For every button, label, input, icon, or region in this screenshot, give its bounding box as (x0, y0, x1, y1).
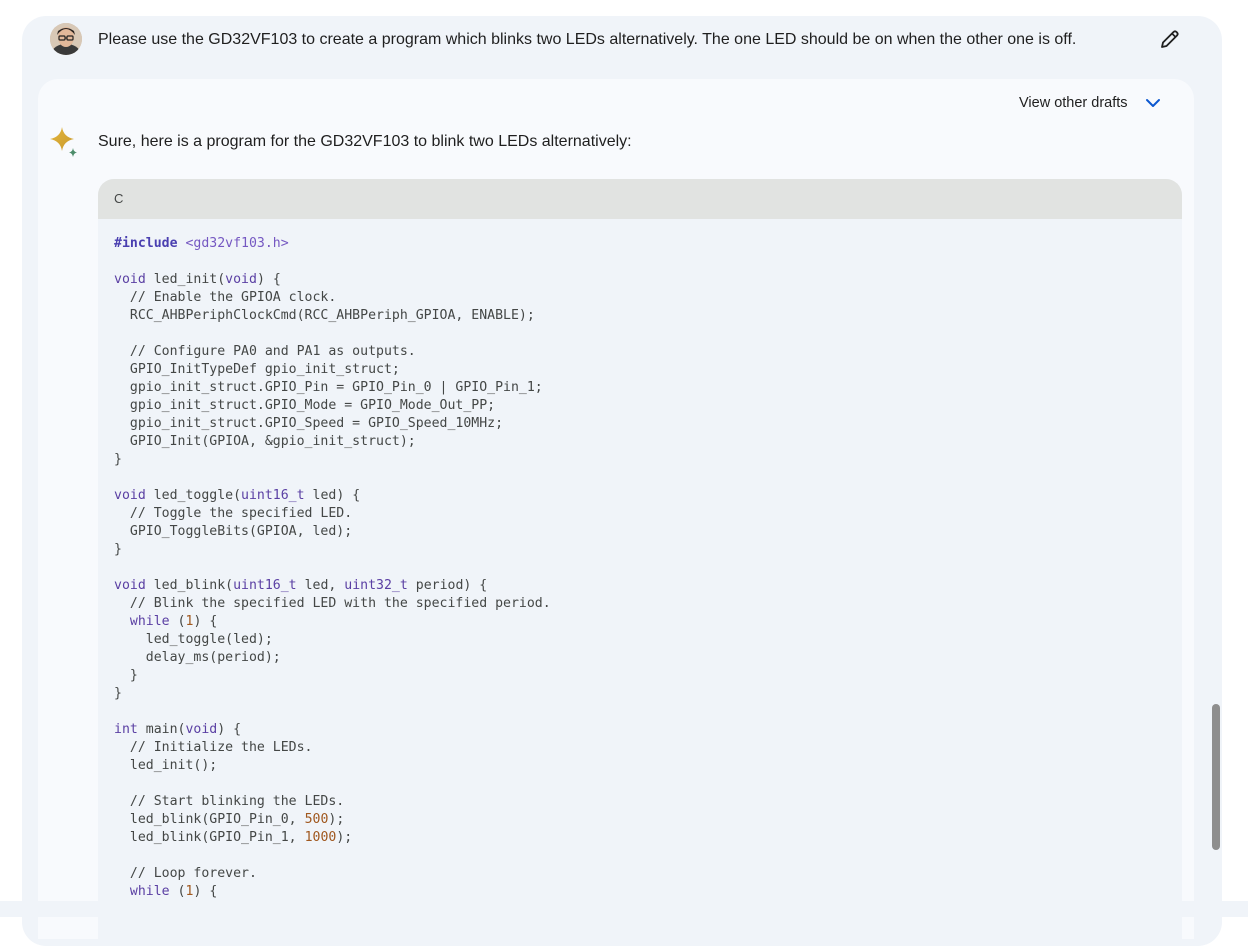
code-block-header: C (98, 179, 1182, 219)
code-line: // Configure PA0 and PA1 as outputs. (114, 344, 416, 359)
code-line: ​ (114, 847, 551, 865)
code-line: // Initialize the LEDs. (114, 740, 313, 755)
code-line: GPIO_Init(GPIOA, &gpio_init_struct); (114, 434, 416, 449)
code-body: #include <gd32vf103.h>​void led_init(voi… (114, 235, 551, 901)
view-other-drafts-button[interactable]: View other drafts (1019, 93, 1128, 113)
code-line: // Toggle the specified LED. (114, 506, 353, 521)
code-line: } (114, 686, 122, 701)
code-line: } (114, 452, 122, 467)
code-line: GPIO_ToggleBits(GPIOA, led); (114, 524, 353, 539)
code-line: ​ (114, 469, 551, 487)
code-language-label: C (114, 191, 124, 206)
code-line: } (114, 542, 122, 557)
sparkle-icon (50, 127, 82, 159)
code-line: led_blink(GPIO_Pin_0, 500); (114, 812, 345, 827)
code-line: } (114, 668, 138, 683)
code-line: void led_init(void) { (114, 272, 281, 287)
code-line: ​ (114, 325, 551, 343)
edit-prompt-button[interactable] (1158, 27, 1182, 51)
code-line: // Blink the specified LED with the spec… (114, 596, 551, 611)
code-line: void led_blink(uint16_t led, uint32_t pe… (114, 578, 488, 593)
code-line: RCC_AHBPeriphClockCmd(RCC_AHBPeriph_GPIO… (114, 308, 535, 323)
pencil-icon (1161, 30, 1179, 48)
code-line: while (1) { (129, 884, 218, 899)
chevron-down-icon[interactable] (1143, 93, 1163, 113)
code-line: gpio_init_struct.GPIO_Speed = GPIO_Speed… (114, 416, 504, 431)
code-line: void led_toggle(uint16_t led) { (114, 488, 361, 503)
code-line: // Loop forever. (114, 866, 257, 881)
user-prompt-text: Please use the GD32VF103 to create a pro… (98, 31, 1077, 48)
scrollbar-thumb[interactable] (1212, 704, 1220, 850)
response-intro-text: Sure, here is a program for the GD32VF10… (98, 133, 632, 150)
code-line: led_init(); (114, 758, 218, 773)
user-avatar[interactable] (50, 23, 82, 55)
bottom-bar (0, 901, 1248, 917)
code-line: ​ (114, 703, 551, 721)
code-line: ​ (114, 253, 551, 271)
code-line: led_blink(GPIO_Pin_1, 1000); (114, 830, 353, 845)
code-line: gpio_init_struct.GPIO_Mode = GPIO_Mode_O… (114, 398, 496, 413)
code-line: gpio_init_struct.GPIO_Pin = GPIO_Pin_0 |… (114, 380, 543, 395)
code-line: ​ (114, 559, 551, 577)
code-line: // Start blinking the LEDs. (114, 794, 345, 809)
code-line: led_toggle(led); (114, 632, 273, 647)
code-line: GPIO_InitTypeDef gpio_init_struct; (114, 362, 400, 377)
code-line: ​ (114, 775, 551, 793)
code-line: int main(void) { (114, 722, 242, 737)
code-line: // Enable the GPIOA clock. (114, 290, 337, 305)
code-line: while (1) { (129, 614, 218, 629)
code-line: delay_ms(period); (114, 650, 281, 665)
code-line: #include <gd32vf103.h> (114, 236, 289, 251)
code-block: C #include <gd32vf103.h>​void led_init(v… (98, 179, 1182, 939)
